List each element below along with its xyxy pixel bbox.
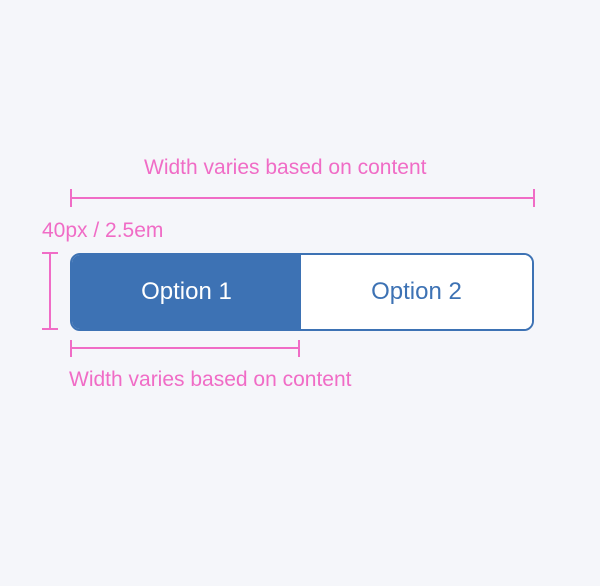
top-width-dimension bbox=[70, 189, 535, 207]
diagram-canvas: Width varies based on content 40px / 2.5… bbox=[0, 0, 600, 586]
bottom-width-dimension bbox=[70, 340, 300, 357]
top-width-label: Width varies based on content bbox=[144, 156, 427, 179]
height-dimension bbox=[42, 252, 58, 330]
segment-option-2[interactable]: Option 2 bbox=[301, 255, 532, 329]
bottom-width-label: Width varies based on content bbox=[69, 368, 352, 391]
height-label: 40px / 2.5em bbox=[42, 219, 164, 242]
segmented-control: Option 1 Option 2 bbox=[70, 253, 534, 331]
segment-option-1[interactable]: Option 1 bbox=[72, 255, 301, 329]
